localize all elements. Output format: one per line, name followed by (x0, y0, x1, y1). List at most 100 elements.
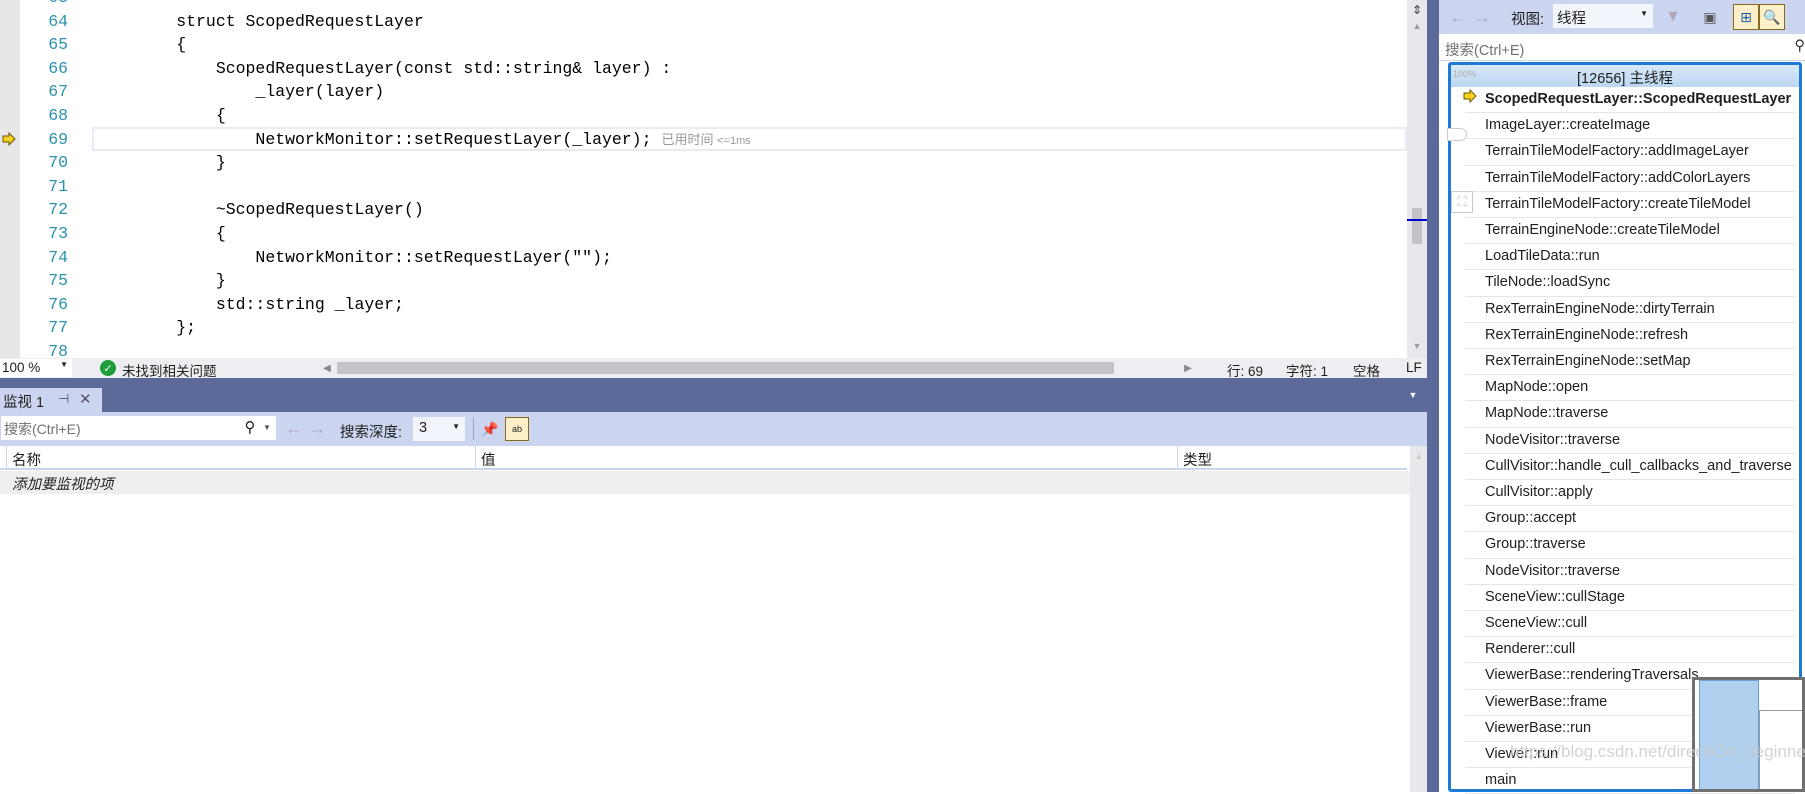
stack-frame[interactable]: Renderer::cull (1465, 637, 1795, 664)
code-text: { (97, 35, 187, 55)
code-text: ScopedRequestLayer(const std::string& la… (97, 58, 672, 78)
parallel-stacks-search-input[interactable]: 搜索(Ctrl+E) ⚲ (1439, 35, 1805, 61)
code-text: { (97, 106, 226, 125)
filter-icon[interactable]: ▼ (1663, 6, 1683, 28)
line-number: 78 (48, 342, 68, 358)
eol-indicator[interactable]: LF (1406, 360, 1422, 375)
search-depth-dropdown[interactable]: 3 ▼ (413, 417, 465, 441)
auto-scroll-zoom-icon[interactable]: 🔍 (1759, 4, 1785, 30)
code-line[interactable]: } (97, 269, 226, 293)
stack-frame[interactable]: RexTerrainEngineNode::dirtyTerrain (1465, 297, 1795, 323)
code-line[interactable]: _layer(layer) (97, 80, 384, 104)
close-icon[interactable]: ✕ (79, 390, 92, 408)
watch-vertical-scrollbar[interactable]: ▲ (1410, 446, 1427, 792)
stack-frame[interactable]: ScopedRequestLayer::ScopedRequestLayer (1465, 87, 1795, 114)
stack-frame[interactable]: TileNode::loadSync (1465, 270, 1795, 297)
code-line[interactable]: { (97, 33, 186, 57)
code-line[interactable]: } (97, 151, 226, 175)
tab-watch-1[interactable]: 监视 1 ⊣ ✕ (0, 388, 102, 412)
toggle-method-view-icon[interactable]: ▣ (1699, 6, 1721, 28)
stack-frame[interactable]: TerrainEngineNode::createTileModel (1465, 218, 1795, 245)
breakpoint-gutter[interactable] (0, 0, 20, 358)
code-line[interactable]: std::string _layer; (97, 293, 404, 317)
stack-frame[interactable]: NodeVisitor::traverse (1465, 428, 1795, 454)
char-indicator[interactable]: 字符: 1 (1286, 360, 1328, 380)
code-line[interactable]: ScopedRequestLayer(const std::string& la… (97, 57, 671, 81)
search-icon[interactable]: ⚲ (1794, 38, 1805, 54)
stack-frame[interactable]: SceneView::cullStage (1465, 585, 1795, 611)
code-line[interactable]: { (97, 222, 226, 246)
column-name[interactable]: 名称 (12, 449, 41, 470)
scroll-up-icon[interactable]: ▲ (1413, 450, 1425, 462)
stack-frame[interactable]: CullVisitor::handle_cull_callbacks_and_t… (1465, 454, 1795, 480)
watch-toolbar: 搜索(Ctrl+E) ⚲ ▼ ← → 搜索深度: 3 ▼ 📌 ab (0, 412, 1427, 446)
stack-frame[interactable]: TerrainTileModelFactory::addColorLayers (1465, 166, 1795, 192)
code-text: std::string _layer; (97, 294, 404, 314)
stack-frame[interactable]: LoadTileData::run (1465, 244, 1795, 271)
view-dropdown[interactable]: 线程 ▼ (1553, 4, 1653, 28)
stack-frame[interactable]: Group::accept (1465, 506, 1795, 533)
stack-frame[interactable]: SceneView::cull (1465, 611, 1795, 638)
expand-frame-icon[interactable]: ⛶ (1451, 191, 1473, 213)
hex-display-toggle-icon[interactable]: ab (505, 417, 529, 441)
window-menu-icon[interactable]: ▼ (1407, 390, 1419, 400)
back-arrow-icon[interactable]: ← (1447, 6, 1469, 28)
search-placeholder: 搜索(Ctrl+E) (4, 421, 81, 437)
stack-frame[interactable]: TerrainTileModelFactory::createTileModel (1465, 192, 1795, 218)
forward-arrow-icon[interactable]: → (1471, 6, 1493, 28)
split-icon[interactable]: ⇕ (1409, 2, 1425, 18)
zoom-value: 100 % (2, 360, 41, 375)
scroll-right-icon[interactable]: ▶ (1183, 361, 1193, 375)
issues-status[interactable]: 未找到相关问题 (122, 360, 217, 380)
code-line[interactable]: ~ScopedRequestLayer() (97, 198, 424, 222)
line-number: 69 (48, 129, 68, 149)
stack-frame[interactable]: Group::traverse (1465, 532, 1795, 559)
show-only-flagged-icon[interactable]: ⊞ (1733, 4, 1759, 30)
line-number: 72 (48, 200, 68, 220)
scroll-thumb[interactable] (1412, 208, 1422, 244)
stack-frame[interactable]: MapNode::open (1465, 375, 1795, 402)
stack-frame[interactable]: CullVisitor::apply (1465, 480, 1795, 507)
editor-vertical-scrollbar[interactable]: ⇕ ▲ ▼ (1407, 0, 1427, 358)
column-value[interactable]: 值 (481, 449, 496, 470)
current-frame-arrow-icon (1463, 89, 1477, 103)
code-line[interactable]: struct ScopedRequestLayer (97, 10, 424, 34)
back-arrow-icon[interactable]: ← (283, 418, 305, 438)
watch-search-input[interactable]: 搜索(Ctrl+E) (0, 415, 277, 441)
add-watch-item-row[interactable]: 添加要监视的项 (0, 471, 1410, 494)
code-line[interactable]: NetworkMonitor::setRequestLayer(_layer);… (97, 128, 751, 152)
pin-filter-icon[interactable]: 📌 (480, 418, 500, 440)
code-text: _layer(layer) (97, 82, 385, 102)
stack-overview-thumbnail[interactable] (1692, 677, 1805, 792)
forward-arrow-icon[interactable]: → (306, 418, 328, 438)
code-text: { (97, 224, 226, 243)
stack-frame[interactable]: TerrainTileModelFactory::addImageLayer (1465, 139, 1795, 166)
code-editor[interactable]: 6364 struct ScopedRequestLayer 65 {66 Sco… (0, 0, 1407, 358)
search-icon[interactable]: ⚲ (242, 418, 258, 436)
perf-tip-label: 已用时间 (661, 131, 714, 147)
stack-frame[interactable]: RexTerrainEngineNode::setMap (1465, 349, 1795, 376)
pin-icon[interactable]: ⊣ (58, 391, 69, 407)
perf-tip[interactable]: 已用时间 <=1ms (662, 132, 751, 147)
code-line[interactable]: NetworkMonitor::setRequestLayer(""); (97, 246, 611, 270)
column-type[interactable]: 类型 (1183, 449, 1212, 470)
line-number: 70 (48, 153, 68, 173)
code-text: struct ScopedRequestLayer (97, 11, 424, 31)
code-text: } (97, 153, 226, 173)
stack-frame[interactable]: MapNode::traverse (1465, 401, 1795, 428)
stack-frame[interactable]: RexTerrainEngineNode::refresh (1465, 323, 1795, 349)
code-line[interactable]: { (97, 104, 226, 128)
panel-splitter[interactable] (1427, 0, 1439, 792)
scroll-down-icon[interactable]: ▼ (1411, 340, 1423, 352)
stack-frame[interactable]: ImageLayer::createImage (1465, 113, 1795, 140)
whitespace-indicator[interactable]: 空格 (1353, 360, 1380, 380)
scroll-up-icon[interactable]: ▲ (1411, 20, 1423, 32)
stack-frame[interactable]: NodeVisitor::traverse (1465, 559, 1795, 585)
code-line[interactable]: }; (97, 316, 196, 340)
scroll-left-icon[interactable]: ◀ (322, 361, 332, 375)
search-options-chevron-icon[interactable]: ▼ (262, 420, 272, 434)
current-statement-arrow-icon (1, 131, 17, 147)
line-indicator[interactable]: 行: 69 (1227, 360, 1263, 380)
horizontal-scroll-thumb[interactable] (337, 362, 1114, 374)
zoom-dropdown[interactable]: 100 % ▼ (0, 359, 72, 377)
